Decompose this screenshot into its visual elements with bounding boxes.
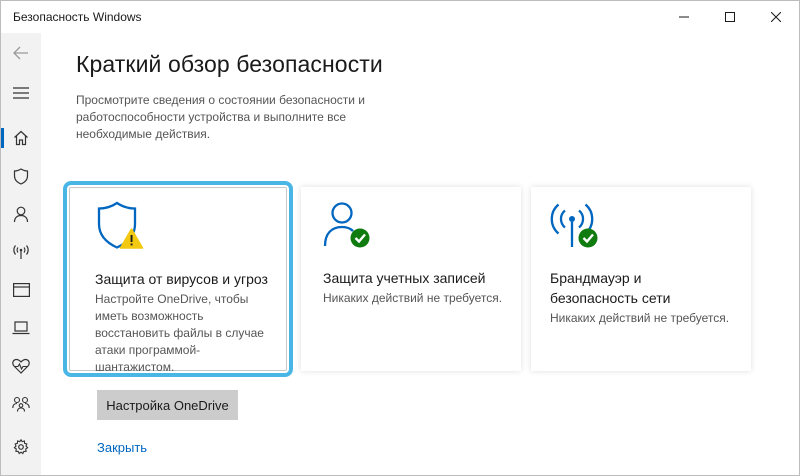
title-bar: Безопасность Windows — [1, 1, 799, 33]
minimize-button[interactable] — [661, 1, 707, 33]
page-description: Просмотрите сведения о состоянии безопас… — [76, 93, 365, 141]
sidebar-item-account-protection[interactable] — [1, 197, 41, 231]
back-arrow-icon — [13, 46, 28, 60]
dismiss-link[interactable]: Закрыть — [97, 440, 147, 455]
card-title: Защита от вирусов и угроз — [95, 271, 268, 287]
card-description: Настройте OneDrive, чтобы иметь возможно… — [95, 292, 264, 374]
menu-button[interactable] — [1, 76, 41, 110]
sidebar-item-app-browser-control[interactable] — [1, 273, 41, 307]
wireless-icon — [13, 245, 29, 259]
sidebar-item-home[interactable] — [1, 121, 41, 155]
home-icon — [14, 130, 28, 146]
card-description: Никаких действий не требуется. — [550, 311, 730, 325]
app-browser-icon — [12, 283, 30, 297]
back-button[interactable] — [1, 36, 41, 70]
sidebar-item-settings[interactable] — [1, 430, 41, 464]
minimize-icon — [679, 16, 689, 18]
laptop-icon — [12, 321, 30, 335]
window-controls — [661, 1, 799, 33]
card-virus-protection[interactable]: Защита от вирусов и угроз Настройте OneD… — [63, 181, 293, 377]
hamburger-menu-icon — [13, 87, 29, 99]
card-firewall[interactable]: Брандмауэр и безопасность сети Никаких д… — [531, 187, 751, 371]
wireless-check-icon — [550, 203, 598, 248]
sidebar-item-family-options[interactable] — [1, 387, 41, 421]
card-description: Никаких действий не требуется. — [323, 291, 503, 305]
window-title: Безопасность Windows — [13, 10, 142, 24]
setup-onedrive-button[interactable]: Настройка OneDrive — [97, 390, 238, 420]
main-content: Краткий обзор безопасности Просмотрите с… — [41, 33, 799, 475]
sidebar-item-device-security[interactable] — [1, 311, 41, 345]
navigation-sidebar — [1, 33, 41, 475]
maximize-icon — [725, 12, 735, 22]
card-account-protection[interactable]: Защита учетных записей Никаких действий … — [301, 187, 521, 371]
close-window-button[interactable] — [753, 1, 799, 33]
heart-pulse-icon — [12, 358, 30, 374]
active-indicator — [1, 128, 4, 148]
person-check-icon — [323, 202, 370, 248]
shield-warning-icon — [97, 201, 144, 249]
maximize-button[interactable] — [707, 1, 753, 33]
family-icon — [12, 396, 30, 412]
app-window: Безопасность Windows Краткий обзор безоп… — [0, 0, 800, 476]
page-title: Краткий обзор безопасности — [76, 51, 383, 77]
sidebar-item-virus-protection[interactable] — [1, 159, 41, 193]
gear-icon — [13, 439, 29, 455]
person-icon — [13, 206, 29, 222]
sidebar-item-firewall[interactable] — [1, 235, 41, 269]
card-title: Брандмауэр и безопасность сети — [550, 270, 671, 306]
card-title: Защита учетных записей — [323, 270, 486, 286]
shield-icon — [13, 167, 29, 185]
close-icon — [771, 12, 781, 22]
sidebar-item-device-performance[interactable] — [1, 349, 41, 383]
